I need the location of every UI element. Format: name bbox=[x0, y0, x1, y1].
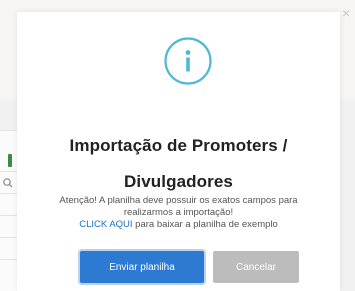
cancel-button[interactable]: Cancelar bbox=[213, 251, 299, 283]
dialog-title-line1: Importação de Promoters / bbox=[69, 136, 288, 155]
background-green-marker bbox=[8, 154, 12, 167]
example-sheet-link[interactable]: CLICK AQUI bbox=[79, 219, 132, 230]
import-dialog: Importação de Promoters / Divulgadores A… bbox=[17, 12, 340, 291]
message-line3: CLICK AQUI para baixar a planilha de exe… bbox=[17, 219, 340, 231]
dialog-title: Importação de Promoters / Divulgadores bbox=[17, 128, 340, 200]
dialog-message: Atenção! A planilha deve possuir os exat… bbox=[17, 195, 340, 231]
send-spreadsheet-button[interactable]: Enviar planilha bbox=[80, 251, 204, 283]
message-line2: realizarmos a importação! bbox=[123, 207, 234, 218]
close-icon[interactable]: × bbox=[342, 6, 354, 20]
search-icon bbox=[3, 178, 13, 188]
message-line3-text: para baixar a planilha de exemplo bbox=[132, 219, 278, 230]
info-icon bbox=[164, 37, 212, 85]
message-line1: Atenção! A planilha deve possuir os exat… bbox=[59, 195, 298, 206]
